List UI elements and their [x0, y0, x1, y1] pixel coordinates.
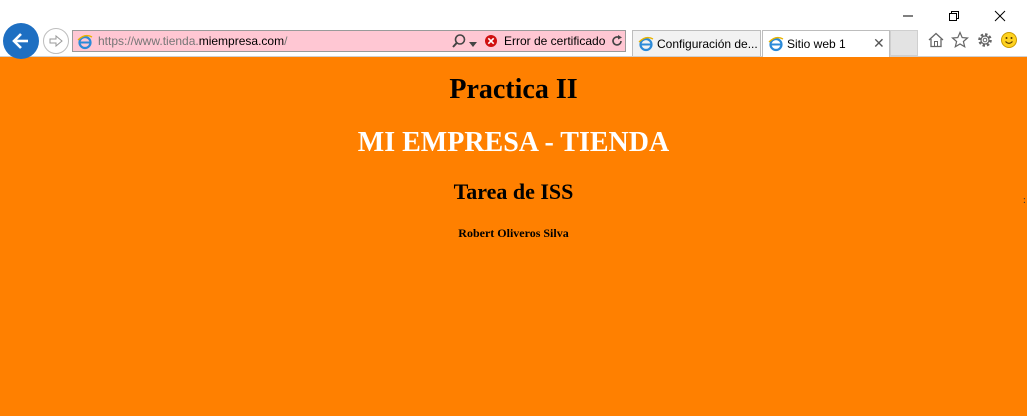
new-tab-button[interactable] — [890, 30, 918, 56]
page-title: Practica II — [449, 74, 578, 105]
favorites-star-icon[interactable] — [951, 30, 969, 53]
web-page-content: Practica II MI EMPRESA - TIENDA Tarea de… — [0, 57, 1027, 416]
certificate-error-label[interactable]: Error de certificado — [504, 34, 605, 48]
restore-icon — [949, 11, 959, 21]
ie-page-icon — [77, 34, 93, 53]
ie-tab-icon — [768, 36, 784, 55]
close-window-button[interactable] — [977, 2, 1023, 30]
tab-sitio-web[interactable]: Sitio web 1 ✕ — [762, 30, 890, 57]
ie-tab-icon — [638, 36, 654, 55]
settings-gear-icon[interactable] — [976, 31, 994, 53]
tab-configuracion[interactable]: Configuración de... — [632, 30, 761, 56]
close-icon — [994, 10, 1006, 22]
address-bar[interactable]: https://www.tienda.miempresa.com/ Error … — [72, 30, 626, 52]
minimize-button[interactable] — [885, 2, 931, 30]
page-edge-marker: : — [1023, 195, 1026, 206]
minimize-icon — [903, 15, 913, 17]
back-button[interactable] — [3, 23, 39, 59]
tab-label: Sitio web 1 — [787, 37, 846, 51]
url-text[interactable]: https://www.tienda.miempresa.com/ — [98, 34, 287, 48]
back-arrow-icon — [12, 33, 28, 49]
author-name: Robert Oliveros Silva — [458, 226, 569, 240]
refresh-icon[interactable] — [610, 34, 624, 51]
chevron-down-icon[interactable] — [469, 37, 477, 51]
page-subtitle: Tarea de ISS — [453, 179, 574, 204]
restore-button[interactable] — [931, 2, 977, 30]
tab-label: Configuración de... — [657, 37, 758, 51]
close-tab-icon[interactable]: ✕ — [873, 35, 885, 52]
forward-button[interactable] — [43, 28, 69, 54]
search-icon[interactable] — [451, 33, 467, 52]
browser-chrome: https://www.tienda.miempresa.com/ Error … — [0, 0, 1027, 59]
company-heading: MI EMPRESA - TIENDA — [357, 127, 670, 158]
certificate-error-icon[interactable] — [484, 34, 498, 51]
home-icon[interactable] — [927, 31, 945, 53]
smiley-feedback-icon[interactable] — [1000, 31, 1018, 53]
forward-arrow-icon — [49, 34, 63, 48]
